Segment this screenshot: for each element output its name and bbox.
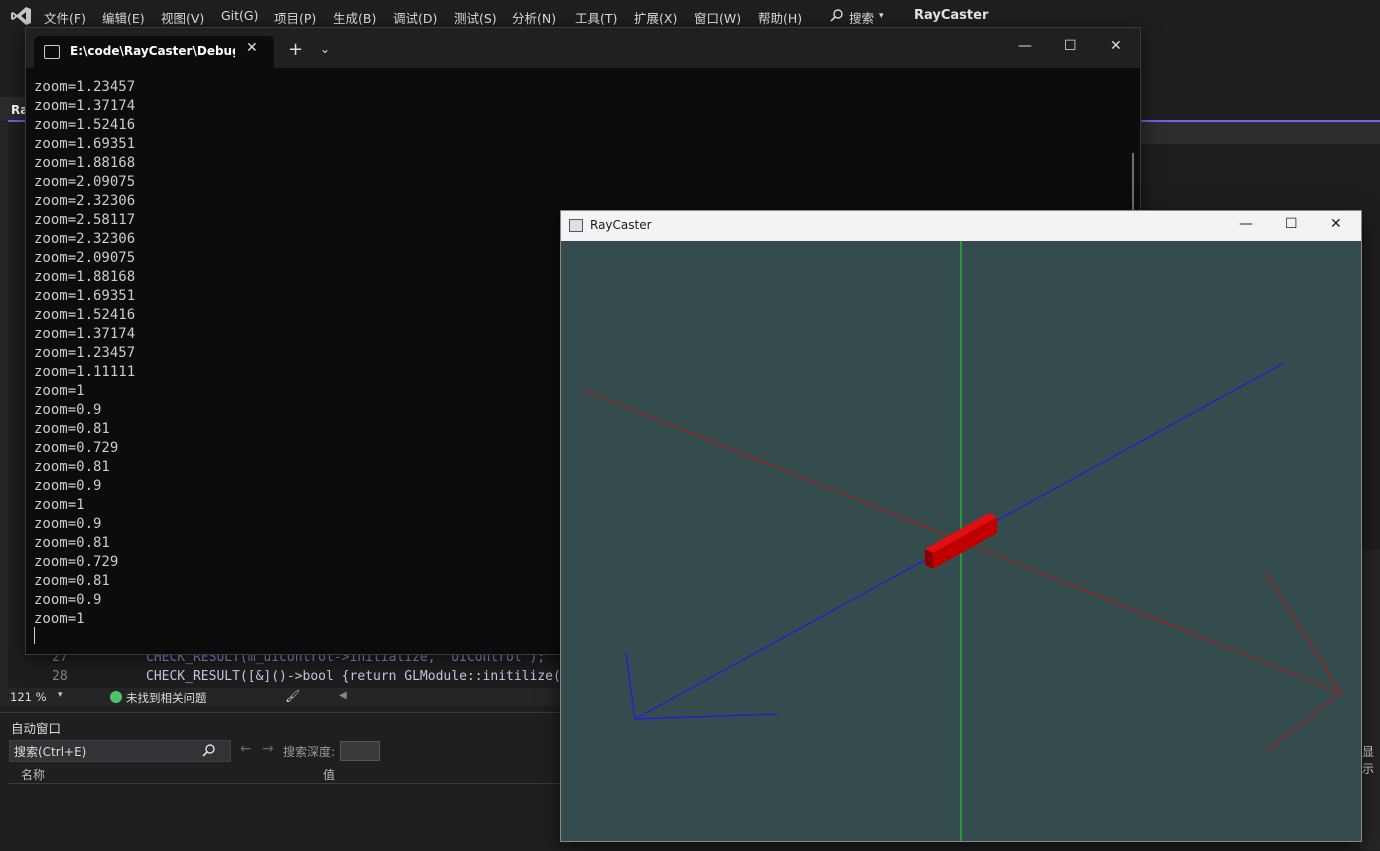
autos-title: 自动窗口 [11, 721, 62, 736]
terminal-line: zoom=1.52416 [34, 307, 136, 323]
left-gutter [0, 122, 8, 702]
solution-title: RayCaster [914, 8, 989, 23]
close-tab-icon[interactable]: ✕ [246, 40, 258, 56]
menu-file[interactable]: 文件(F) [44, 8, 86, 27]
menu-tools[interactable]: 工具(T) [575, 8, 617, 27]
terminal-tab-title: E:\code\RayCaster\Debug\Ray [70, 44, 235, 58]
autos-search-placeholder: 搜索(Ctrl+E) [14, 745, 87, 759]
render-canvas[interactable] [561, 241, 1361, 841]
terminal-line: zoom=2.09075 [34, 174, 136, 190]
terminal-output[interactable]: zoom=1.23457 zoom=1.37174 zoom=1.52416 zoom… [34, 78, 135, 629]
back-arrow-icon[interactable]: ← [240, 741, 252, 757]
search-icon[interactable] [202, 743, 216, 757]
terminal-line: zoom=0.729 [34, 440, 119, 456]
menu-project[interactable]: 项目(P) [274, 8, 316, 27]
x-axis-arrow-upper [1265, 572, 1342, 694]
new-tab-icon[interactable]: + [288, 39, 303, 60]
terminal-line: zoom=1.37174 [34, 326, 136, 342]
brush-icon[interactable]: 🖌 [285, 689, 300, 703]
z-axis-arrow-upper [625, 652, 636, 720]
terminal-line: zoom=0.81 [34, 459, 110, 475]
x-axis-arrow-lower [1265, 692, 1342, 752]
menu-window[interactable]: 窗口(W) [694, 8, 741, 27]
terminal-line: zoom=1 [34, 497, 85, 513]
search-icon[interactable] [830, 8, 844, 22]
terminal-line: zoom=2.58117 [34, 212, 136, 228]
maximize-icon[interactable]: ☐ [1064, 38, 1077, 54]
terminal-icon [44, 45, 60, 59]
zoom-dropdown-icon[interactable]: ▾ [58, 690, 63, 700]
column-value-header[interactable]: 值 [323, 766, 335, 783]
terminal-line: zoom=0.9 [34, 516, 102, 532]
terminal-line: zoom=0.729 [34, 554, 119, 570]
minimize-icon[interactable]: — [1239, 216, 1253, 232]
editor-status-bar [0, 688, 560, 706]
menu-help[interactable]: 帮助(H) [758, 8, 802, 27]
menu-extensions[interactable]: 扩展(X) [634, 8, 677, 27]
maximize-icon[interactable]: ☐ [1285, 216, 1298, 232]
visual-studio-logo-icon[interactable] [10, 6, 32, 26]
menu-debug[interactable]: 调试(D) [393, 8, 437, 27]
chevron-down-icon[interactable]: ⌄ [320, 42, 330, 56]
issues-status[interactable]: 未找到相关问题 [126, 690, 207, 706]
minimize-icon[interactable]: — [1018, 38, 1032, 54]
column-name-header[interactable]: 名称 [21, 766, 45, 783]
menu-search[interactable]: 搜索 [849, 8, 874, 27]
terminal-line: zoom=1.88168 [34, 269, 136, 285]
terminal-line: zoom=2.32306 [34, 231, 136, 247]
autos-column-header [8, 763, 560, 784]
close-icon[interactable]: ✕ [1330, 216, 1342, 232]
app-window-icon [569, 219, 583, 232]
menu-analyze[interactable]: 分析(N) [512, 8, 556, 27]
terminal-line: zoom=1.23457 [34, 345, 136, 361]
check-circle-icon [110, 691, 122, 703]
chevron-down-icon[interactable]: ▾ [879, 11, 884, 21]
line-number: 28 [52, 669, 68, 684]
terminal-line: zoom=1.69351 [34, 136, 136, 152]
search-depth-label: 搜索深度: [283, 745, 336, 759]
raycaster-title: RayCaster [590, 218, 652, 232]
terminal-line: zoom=0.9 [34, 402, 102, 418]
terminal-line: zoom=0.81 [34, 421, 110, 437]
terminal-line: zoom=1.37174 [34, 98, 136, 114]
menu-edit[interactable]: 编辑(E) [102, 8, 145, 27]
menu-build[interactable]: 生成(B) [333, 8, 376, 27]
terminal-cursor [34, 627, 35, 644]
terminal-line: zoom=1 [34, 611, 85, 627]
code-line[interactable]: CHECK_RESULT([&]()->bool {return GLModul… [146, 669, 561, 684]
terminal-line: zoom=1.52416 [34, 117, 136, 133]
side-panel-label: 显示 [1362, 745, 1375, 776]
menu-view[interactable]: 视图(V) [161, 8, 204, 27]
terminal-line: zoom=1 [34, 383, 85, 399]
terminal-line: zoom=1.69351 [34, 288, 136, 304]
menu-test[interactable]: 测试(S) [454, 8, 497, 27]
terminal-line: zoom=1.88168 [34, 155, 136, 171]
terminal-line: zoom=0.81 [34, 573, 110, 589]
terminal-scrollbar[interactable] [1132, 153, 1134, 213]
close-icon[interactable]: ✕ [1110, 38, 1122, 54]
terminal-line: zoom=0.9 [34, 592, 102, 608]
terminal-line: zoom=0.81 [34, 535, 110, 551]
menu-git[interactable]: Git(G) [221, 8, 259, 23]
editor-navigation-bar [1135, 122, 1380, 144]
search-depth-select[interactable] [340, 741, 380, 761]
zoom-level[interactable]: 121 % [10, 690, 47, 704]
z-axis-arrow-lower [634, 713, 779, 720]
terminal-line: zoom=2.09075 [34, 250, 136, 266]
terminal-line: zoom=1.11111 [34, 364, 136, 380]
forward-arrow-icon[interactable]: → [262, 741, 274, 757]
raycaster-window[interactable]: RayCaster — ☐ ✕ [560, 210, 1362, 842]
terminal-line: zoom=0.9 [34, 478, 102, 494]
terminal-line: zoom=1.23457 [34, 79, 136, 95]
side-panel [1360, 550, 1380, 850]
scroll-left-icon[interactable]: ◀ [339, 690, 347, 701]
terminal-line: zoom=2.32306 [34, 193, 136, 209]
